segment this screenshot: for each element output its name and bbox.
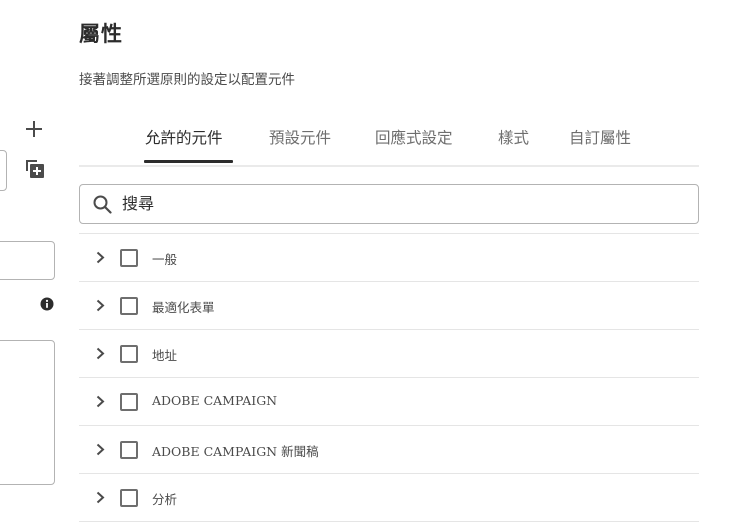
tab-responsive-settings[interactable]: 回應式設定: [375, 126, 453, 148]
component-label: 一般: [152, 252, 178, 267]
info-icon[interactable]: [40, 297, 54, 311]
component-checkbox[interactable]: [120, 489, 138, 507]
left-textarea[interactable]: [0, 340, 55, 485]
list-item: ADOBE CAMPAIGN 新聞稿: [79, 426, 699, 474]
component-label: ADOBE CAMPAIGN: [152, 393, 278, 408]
list-item: 分析: [79, 474, 699, 522]
tab-default-components[interactable]: 預設元件: [269, 126, 331, 148]
search-icon: [93, 195, 112, 214]
chevron-right-icon[interactable]: [95, 347, 106, 360]
plus-icon[interactable]: [25, 120, 43, 138]
component-list: 一般 最適化表單 地址 ADOBE CAMPAIGN ADOBE CAMPAIG…: [79, 233, 699, 522]
page-description: 接著調整所選原則的設定以配置元件: [79, 72, 295, 88]
component-checkbox[interactable]: [120, 249, 138, 267]
component-checkbox[interactable]: [120, 393, 138, 411]
list-item: 最適化表單: [79, 282, 699, 330]
tab-custom-properties[interactable]: 自訂屬性: [569, 126, 631, 148]
list-item: 地址: [79, 330, 699, 378]
chevron-right-icon[interactable]: [95, 251, 106, 264]
left-input-field[interactable]: [0, 241, 55, 280]
search-box[interactable]: [79, 184, 699, 224]
left-text-field[interactable]: [0, 150, 7, 191]
chevron-right-icon[interactable]: [95, 299, 106, 312]
page-title: 屬性: [79, 22, 123, 46]
policy-tabs: 允許的元件 預設元件 回應式設定 樣式 自訂屬性: [79, 120, 699, 167]
chevron-right-icon[interactable]: [95, 491, 106, 504]
component-label: 地址: [152, 348, 178, 363]
active-tab-indicator: [144, 160, 233, 163]
chevron-right-icon[interactable]: [95, 395, 106, 408]
search-input[interactable]: [122, 187, 682, 219]
component-checkbox[interactable]: [120, 441, 138, 459]
component-checkbox[interactable]: [120, 345, 138, 363]
tab-styles[interactable]: 樣式: [498, 126, 529, 148]
tab-allowed-components[interactable]: 允許的元件: [145, 126, 223, 148]
chevron-right-icon[interactable]: [95, 443, 106, 456]
list-item: ADOBE CAMPAIGN: [79, 378, 699, 426]
component-label: 分析: [152, 492, 178, 507]
component-checkbox[interactable]: [120, 297, 138, 315]
copy-icon[interactable]: [24, 158, 46, 180]
component-label: ADOBE CAMPAIGN 新聞稿: [152, 444, 319, 459]
component-label: 最適化表單: [152, 300, 215, 315]
list-item: 一般: [79, 234, 699, 282]
